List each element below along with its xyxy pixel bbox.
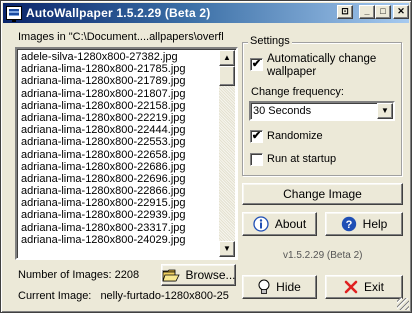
hide-label: Hide [276,280,301,294]
resize-grip[interactable] [397,298,409,310]
list-item[interactable]: adriana-lima-1280x800-22866.jpg [19,185,219,197]
folder-open-icon [161,268,180,282]
scroll-down-button[interactable]: ▼ [219,241,235,257]
lightbulb-icon [258,279,270,295]
minimize-to-tray-button[interactable]: ⊡ [337,5,353,19]
scroll-thumb[interactable] [219,66,235,86]
randomize-checkbox[interactable]: ✔ [250,130,263,143]
current-image: Current Image: nelly-furtado-1280x800-25 [18,290,229,302]
browse-button[interactable]: Browse... [161,264,236,286]
list-item[interactable]: adriana-lima-1280x800-21785.jpg [19,63,219,75]
frequency-select[interactable]: 30 Seconds ▼ [249,101,395,121]
list-item[interactable]: adriana-lima-1280x800-22553.jpg [19,136,219,148]
list-item[interactable]: adriana-lima-1280x800-23317.jpg [19,222,219,234]
about-label: About [274,217,307,231]
list-item[interactable]: adriana-lima-1280x800-22915.jpg [19,197,219,209]
list-item[interactable]: adriana-lima-1280x800-22686.jpg [19,161,219,173]
app-window: AutoWallpaper 1.5.2.29 (Beta 2) ⊡ _ □ ✕ … [0,0,412,313]
red-x-icon [344,280,358,294]
scroll-up-button[interactable]: ▲ [219,50,235,66]
exit-label: Exit [363,280,384,294]
image-count-label: Number of Images: [18,269,112,281]
list-item[interactable]: adriana-lima-1280x800-22939.jpg [19,209,219,221]
info-icon [253,216,269,232]
frequency-label: Change frequency: [251,86,344,98]
close-button[interactable]: ✕ [393,5,409,19]
exit-button[interactable]: Exit [325,275,403,299]
list-item[interactable]: adriana-lima-1280x800-21807.jpg [19,88,219,100]
list-item[interactable]: adriana-lima-1280x800-22444.jpg [19,124,219,136]
svg-text:?: ? [345,219,352,231]
hide-button[interactable]: Hide [242,275,317,299]
minimize-button[interactable]: _ [359,5,375,19]
about-button[interactable]: About [242,212,317,236]
help-button[interactable]: ? Help [325,212,403,236]
title-bar[interactable]: AutoWallpaper 1.5.2.29 (Beta 2) ⊡ _ □ ✕ [3,3,409,23]
auto-change-label[interactable]: Automatically change wallpaper [267,53,397,79]
maximize-button[interactable]: □ [375,5,391,19]
current-image-value: nelly-furtado-1280x800-25 [100,290,229,302]
run-at-startup-label[interactable]: Run at startup [267,153,336,165]
settings-group-label: Settings [248,35,292,47]
image-list-items: adele-silva-1280x800-27382.jpg adriana-li… [19,51,219,246]
window-title: AutoWallpaper 1.5.2.29 (Beta 2) [26,6,211,20]
list-item[interactable]: adriana-lima-1280x800-22219.jpg [19,112,219,124]
change-image-button[interactable]: Change Image [242,183,403,205]
list-item[interactable]: adriana-lima-1280x800-22158.jpg [19,100,219,112]
browse-label: Browse... [185,268,236,282]
run-at-startup-checkbox[interactable] [250,153,263,166]
randomize-label[interactable]: Randomize [267,130,323,142]
image-list[interactable]: adele-silva-1280x800-27382.jpg adriana-li… [15,47,238,260]
image-count-value: 2208 [114,269,140,281]
list-item[interactable]: adele-silva-1280x800-27382.jpg [19,51,219,63]
image-count: Number of Images: 2208 [18,269,139,281]
chevron-down-icon[interactable]: ▼ [377,103,393,119]
list-item[interactable]: adriana-lima-1280x800-24029.jpg [19,234,219,246]
help-label: Help [362,217,388,231]
list-item[interactable]: adriana-lima-1280x800-21789.jpg [19,75,219,87]
monitor-icon [6,6,22,22]
auto-change-checkbox[interactable]: ✔ [250,58,263,71]
list-scrollbar[interactable]: ▲ ▼ [219,50,235,257]
list-item[interactable]: adriana-lima-1280x800-22696.jpg [19,173,219,185]
list-item[interactable]: adriana-lima-1280x800-22658.jpg [19,149,219,161]
images-folder-label: Images in "C:\Document....allpapers\over… [18,31,224,43]
version-text: v1.5.2.29 (Beta 2) [283,250,363,261]
question-icon: ? [341,216,357,232]
frequency-value: 30 Seconds [253,105,312,117]
current-image-label: Current Image: [18,290,92,302]
